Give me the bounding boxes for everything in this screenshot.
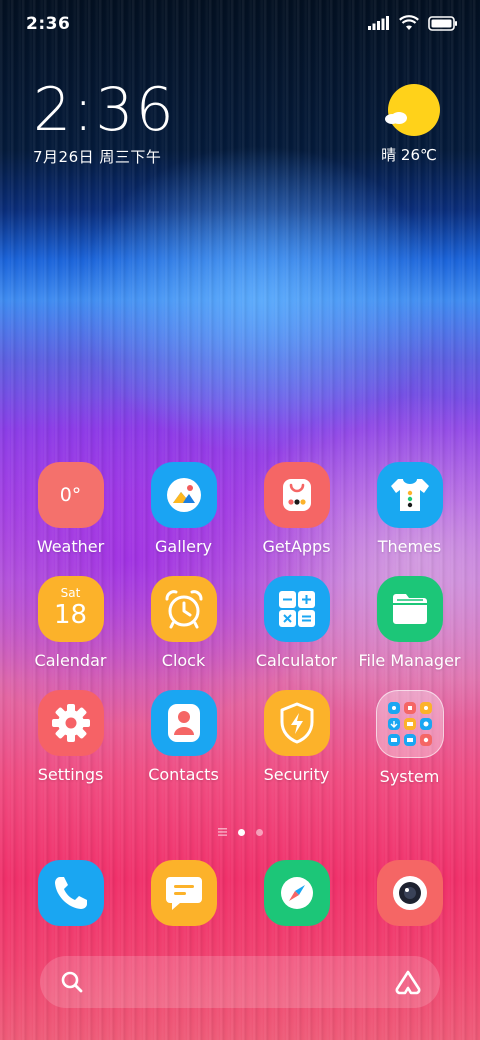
app-settings[interactable]: Settings	[14, 690, 127, 786]
clock-widget[interactable]: 2:36 7月26日 周三下午	[33, 78, 176, 167]
app-label: GetApps	[262, 537, 331, 556]
weather-widget[interactable]: 晴 26℃	[381, 84, 444, 165]
search-bar[interactable]	[40, 956, 440, 1008]
sunny-cloud-icon	[385, 84, 440, 136]
search-icon	[61, 971, 83, 993]
weather-icon: 0°	[37, 462, 104, 528]
status-bar: 2:36	[0, 0, 480, 50]
app-clock[interactable]: Clock	[127, 576, 240, 670]
app-getapps[interactable]: GetApps	[240, 462, 353, 556]
app-label: System	[379, 767, 440, 786]
dock	[14, 860, 466, 926]
home-screen: 2:36 2:36 7月26日 周三下午 晴 26℃ 0° Weather Ga…	[0, 0, 480, 1040]
app-grid: 0° Weather Gallery GetApps Themes Sat 18…	[14, 462, 466, 786]
app-gallery[interactable]: Gallery	[127, 462, 240, 556]
app-label: Calendar	[34, 651, 107, 670]
weather-text: 晴 26℃	[381, 146, 437, 164]
folder-icon	[376, 576, 443, 642]
page-dot	[255, 828, 263, 836]
app-folder-system[interactable]: System	[353, 690, 466, 786]
calendar-day: Sat	[60, 586, 81, 600]
gallery-icon	[150, 462, 217, 528]
weather-icon-temp: 0°	[59, 484, 82, 506]
status-time: 2:36	[26, 14, 71, 34]
phone-icon	[37, 860, 104, 926]
app-label: Clock	[161, 651, 206, 670]
app-weather[interactable]: 0° Weather	[14, 462, 127, 556]
battery-icon	[428, 15, 457, 31]
app-contacts[interactable]: Contacts	[127, 690, 240, 786]
app-security[interactable]: Security	[240, 690, 353, 786]
message-icon	[150, 860, 217, 926]
app-calculator[interactable]: Calculator	[240, 576, 353, 670]
dock-browser[interactable]	[240, 860, 353, 926]
signal-icon	[368, 16, 389, 30]
status-icons	[368, 15, 458, 31]
calendar-date: 18	[53, 600, 88, 630]
compass-icon	[263, 860, 330, 926]
app-label: Gallery	[155, 537, 212, 556]
calendar-icon: Sat 18	[37, 576, 104, 642]
app-file-manager[interactable]: File Manager	[353, 576, 466, 670]
app-label: Settings	[37, 765, 104, 784]
clock-date: 7月26日 周三下午	[33, 148, 162, 166]
app-label: Contacts	[148, 765, 219, 784]
dock-camera[interactable]	[353, 860, 466, 926]
folder-grid-icon	[375, 690, 444, 758]
alarm-clock-icon	[150, 576, 217, 642]
app-calendar[interactable]: Sat 18 Calendar	[14, 576, 127, 670]
gear-icon	[37, 690, 104, 756]
assistant-icon[interactable]	[394, 969, 422, 995]
clock-time: 2:36	[33, 75, 176, 145]
wifi-icon	[399, 15, 419, 30]
app-themes[interactable]: Themes	[353, 462, 466, 556]
app-label: Calculator	[255, 651, 338, 670]
app-label: Weather	[36, 537, 105, 556]
contacts-icon	[150, 690, 217, 756]
tshirt-icon	[376, 462, 443, 528]
shield-icon	[263, 690, 330, 756]
page-indicator[interactable]	[0, 828, 480, 836]
calculator-icon	[263, 576, 330, 642]
app-label: Security	[263, 765, 330, 784]
app-label: Themes	[377, 537, 442, 556]
feed-page-icon	[217, 828, 227, 836]
page-dot-active	[237, 828, 245, 836]
app-label: File Manager	[358, 651, 461, 670]
camera-icon	[376, 860, 443, 926]
dock-messages[interactable]	[127, 860, 240, 926]
shopping-bag-icon	[263, 462, 330, 528]
dock-phone[interactable]	[14, 860, 127, 926]
